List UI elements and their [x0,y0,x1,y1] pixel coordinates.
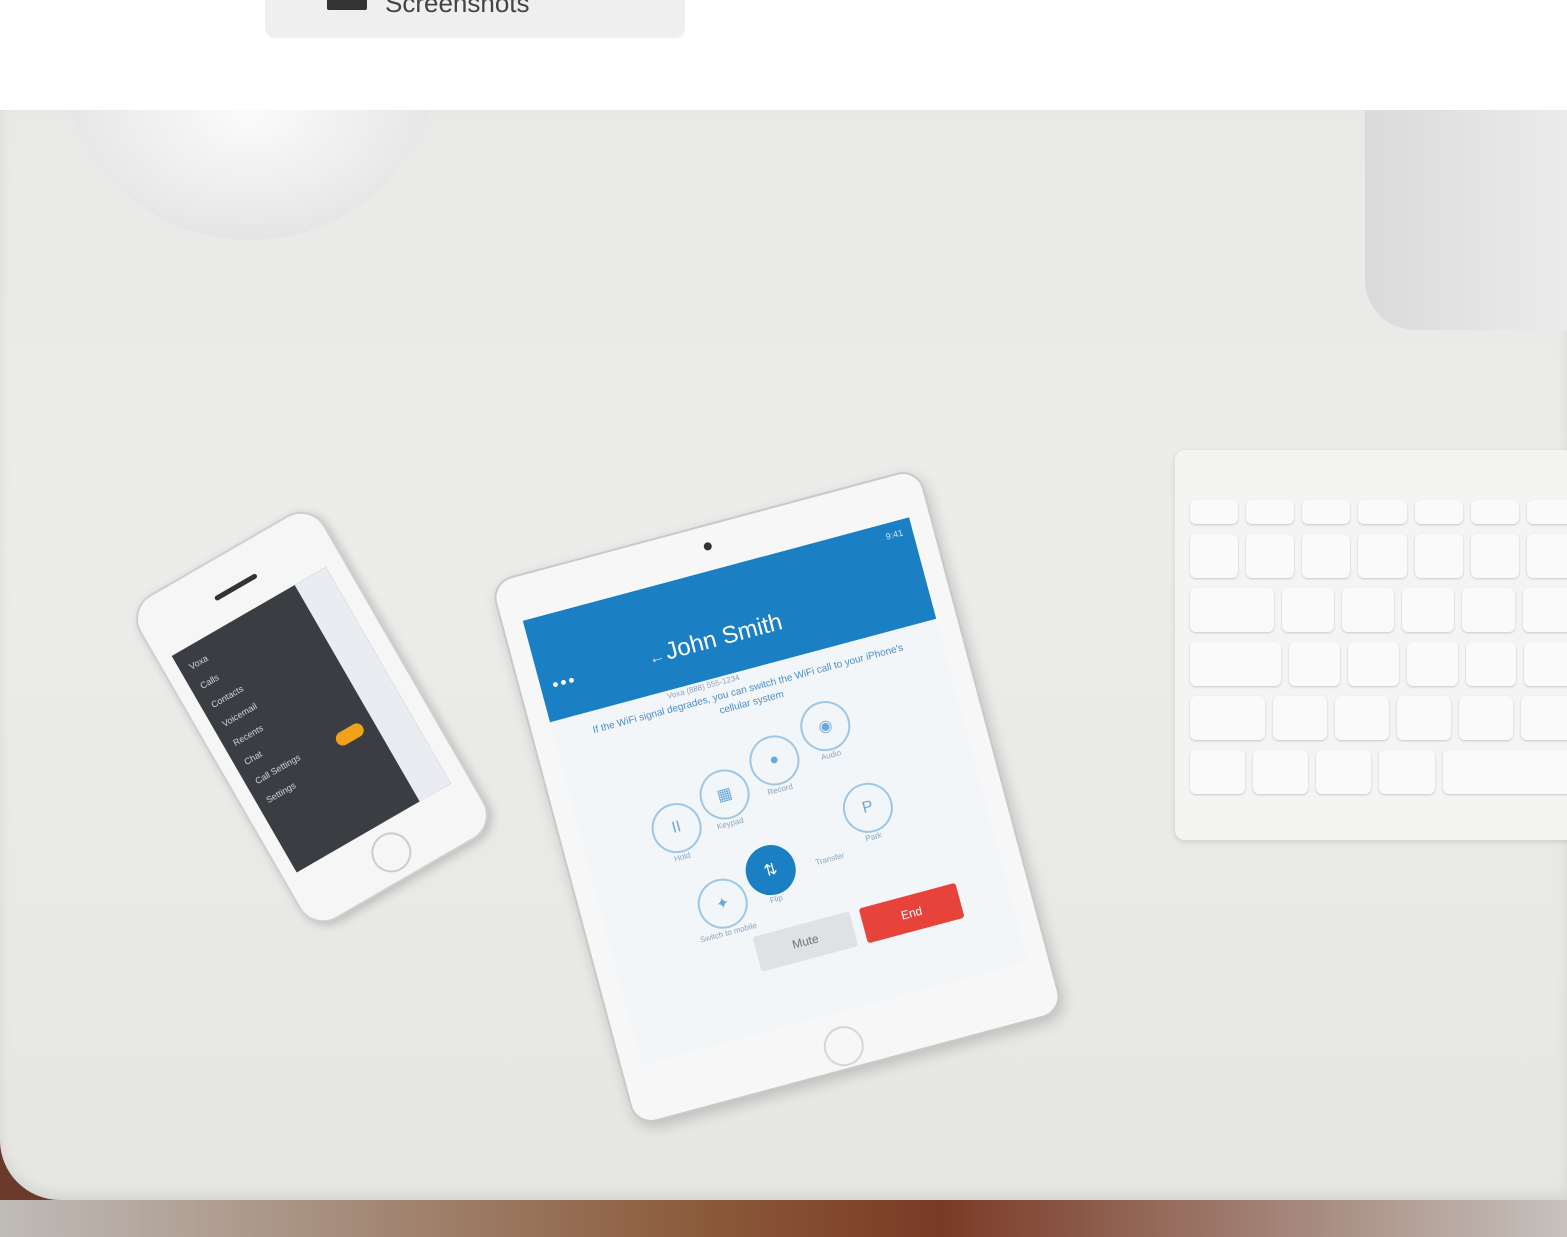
back-arrow-icon[interactable]: ← [647,648,667,670]
menu-dots-icon[interactable]: ••• [550,669,579,696]
screenshots-label: Screenshots [385,0,530,18]
contact-name: John Smith [662,608,786,666]
iphone-speaker [213,572,258,602]
end-call-button[interactable]: End [858,882,965,944]
screenshots-icon [327,0,367,10]
mute-button[interactable]: Mute [752,911,859,972]
ipad-home-button [819,1021,869,1071]
monitor-stand [1365,110,1567,330]
ipad-camera [702,541,713,552]
ipad-screen: 9:41 ••• ← John Smith Voxa (888) 555-123… [522,517,1029,1066]
status-time: 9:41 [884,527,905,542]
keyboard [1175,450,1567,840]
iphone-home-button [364,825,419,880]
screenshots-button[interactable]: Screenshots [265,0,685,38]
desk-scene-image: Voxa Calls Contacts Voicemail Recents Ch… [0,110,1567,1237]
floor-strip [0,1200,1567,1237]
transfer-label: Transfer [814,850,846,868]
